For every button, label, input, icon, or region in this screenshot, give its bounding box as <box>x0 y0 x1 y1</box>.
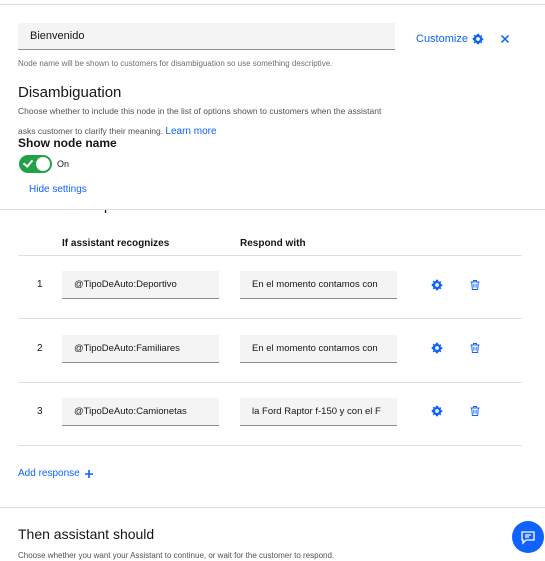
gear-icon[interactable] <box>431 405 443 417</box>
then-assistant-title: Then assistant should <box>18 526 155 542</box>
learn-more-link[interactable]: Learn more <box>165 126 216 137</box>
row-number: 3 <box>37 406 43 417</box>
condition-input[interactable]: @TipoDeAuto:Deportivo <box>62 271 219 299</box>
response-input[interactable]: En el momento contamos con <box>240 271 397 299</box>
gear-icon[interactable] <box>431 279 443 291</box>
row-number: 2 <box>37 343 43 354</box>
chat-button[interactable] <box>512 521 544 553</box>
gear-icon[interactable] <box>431 342 443 354</box>
row-divider <box>18 255 522 256</box>
plus-icon <box>84 469 93 478</box>
trash-icon[interactable] <box>469 342 481 354</box>
panel-top-border <box>0 4 545 5</box>
column-header-response: Respond with <box>240 238 306 249</box>
gear-icon <box>472 33 484 45</box>
show-node-name-toggle[interactable] <box>19 155 52 173</box>
disambiguation-title: Disambiguation <box>18 84 122 101</box>
node-settings-panel: Customize Node name will be shown to cus… <box>0 0 545 210</box>
chat-icon <box>521 531 535 545</box>
toggle-knob <box>36 157 50 171</box>
condition-input[interactable]: @TipoDeAuto:Familiares <box>62 335 219 363</box>
row-divider <box>18 382 522 383</box>
add-response-label: Add response <box>18 468 80 479</box>
condition-input[interactable]: @TipoDeAuto:Camionetas <box>62 398 219 426</box>
toggle-state-text: On <box>57 159 70 169</box>
response-input[interactable]: la Ford Raptor f-150 y con el F <box>240 398 397 426</box>
close-icon[interactable] <box>498 32 512 46</box>
customize-label: Customize <box>416 33 468 45</box>
row-number: 1 <box>37 279 43 290</box>
node-name-helper-text: Node name will be shown to customers for… <box>18 59 333 68</box>
checkmark-icon <box>22 157 34 168</box>
row-divider <box>18 318 522 319</box>
section-divider <box>0 507 545 508</box>
show-node-name-label: Show node name <box>18 136 117 150</box>
column-header-condition: If assistant recognizes <box>62 238 170 249</box>
then-assistant-description: Choose whether you want your Assistant t… <box>18 551 335 560</box>
trash-icon[interactable] <box>469 405 481 417</box>
customize-button[interactable]: Customize <box>416 33 484 45</box>
hide-settings-link[interactable]: Hide settings <box>29 184 87 195</box>
trash-icon[interactable] <box>469 279 481 291</box>
node-name-input[interactable] <box>18 23 395 50</box>
row-divider <box>18 445 522 446</box>
response-input[interactable]: En el momento contamos con <box>240 335 397 363</box>
add-response-button[interactable]: Add response <box>18 468 94 479</box>
